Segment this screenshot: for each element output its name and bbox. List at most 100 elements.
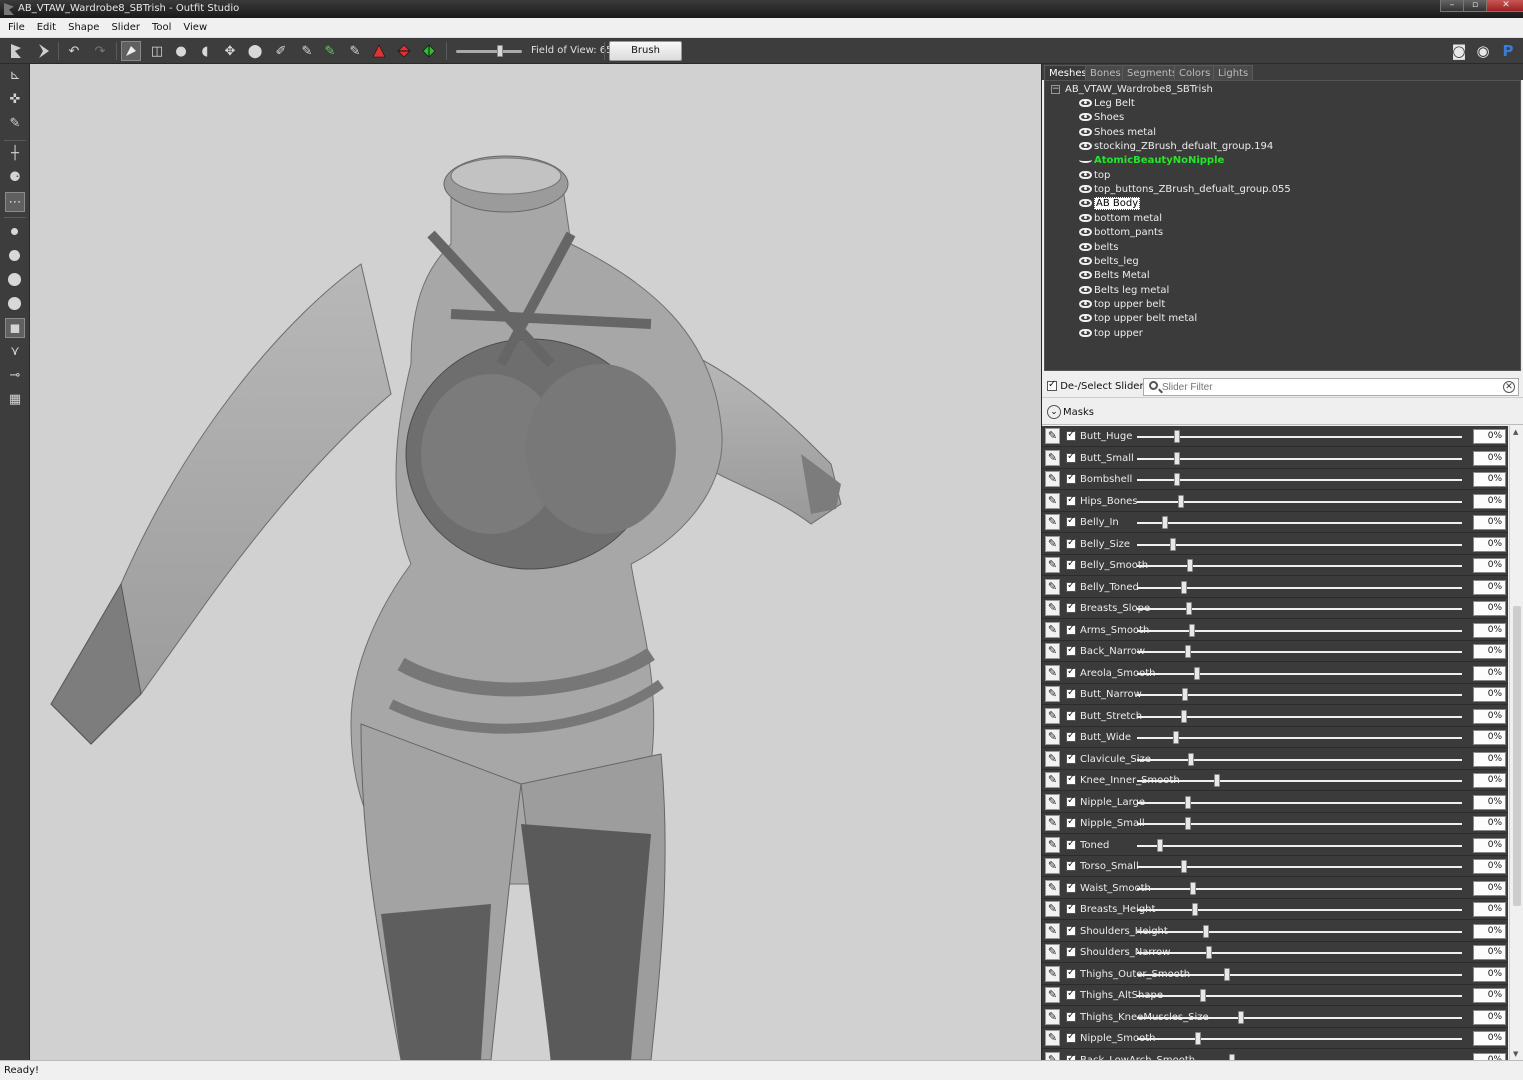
slider-track[interactable]: [1137, 989, 1462, 1002]
slider-value-field[interactable]: 0%: [1473, 493, 1506, 509]
mesh-item[interactable]: bottom_pants: [1079, 226, 1163, 240]
slider-value-field[interactable]: 0%: [1473, 816, 1506, 831]
tab-bones[interactable]: Bones: [1085, 65, 1126, 80]
menu-view[interactable]: View: [177, 18, 213, 38]
edit-slider-icon[interactable]: ✎: [1045, 557, 1060, 573]
slider-track[interactable]: [1137, 795, 1462, 809]
mesh-item[interactable]: belts: [1079, 241, 1118, 255]
slider-value-field[interactable]: 0%: [1473, 536, 1506, 552]
edit-slider-icon[interactable]: ✎: [1045, 535, 1060, 552]
slider-thumb[interactable]: [1203, 924, 1209, 938]
menu-edit[interactable]: Edit: [31, 18, 62, 38]
discord-icon[interactable]: ◙: [1450, 42, 1468, 60]
eye-icon[interactable]: [1079, 99, 1092, 107]
slider-track[interactable]: [1137, 860, 1462, 873]
eye-icon[interactable]: [1079, 213, 1092, 222]
eye-icon[interactable]: [1079, 199, 1092, 208]
clear-filter-icon[interactable]: ✕: [1503, 381, 1515, 393]
mirror-icon[interactable]: [394, 41, 414, 61]
slider-checkbox[interactable]: [1066, 644, 1076, 656]
edit-slider-icon[interactable]: ✎: [1045, 879, 1060, 896]
slider-track[interactable]: [1137, 666, 1462, 680]
slider-checkbox[interactable]: [1066, 558, 1076, 570]
slider-checkbox[interactable]: [1066, 967, 1076, 979]
slider-value-field[interactable]: 0%: [1473, 601, 1506, 616]
slider-thumb[interactable]: [1157, 838, 1163, 852]
slider-track[interactable]: [1137, 924, 1462, 938]
slider-value-field[interactable]: 0%: [1473, 472, 1506, 487]
slider-checkbox[interactable]: [1066, 537, 1076, 549]
edit-slider-icon[interactable]: ✎: [1045, 514, 1060, 530]
mesh-item[interactable]: Belts Metal: [1079, 269, 1150, 283]
slider-track[interactable]: [1137, 602, 1462, 615]
brush-size-medium-icon[interactable]: [5, 246, 25, 266]
tree-root[interactable]: − AB_VTAW_Wardrobe8_SBTrish: [1051, 83, 1213, 97]
slider-track[interactable]: [1137, 709, 1462, 723]
slider-checkbox[interactable]: [1066, 988, 1076, 1000]
transform-icon[interactable]: ⊾: [5, 66, 25, 86]
slider-checkbox[interactable]: [1066, 601, 1076, 613]
edit-slider-icon[interactable]: ✎: [1045, 1030, 1060, 1046]
slider-checkbox[interactable]: [1066, 429, 1076, 441]
edit-slider-icon[interactable]: ✎: [1045, 944, 1060, 960]
slider-checkbox[interactable]: [1066, 838, 1076, 850]
mesh-item[interactable]: Shoes metal: [1079, 126, 1156, 140]
vertex-select-icon[interactable]: ✎: [5, 114, 25, 134]
slider-thumb[interactable]: [1192, 903, 1198, 916]
brush-strength-icon[interactable]: [5, 294, 25, 314]
tab-colors[interactable]: Colors: [1174, 65, 1216, 80]
slider-track[interactable]: [1137, 774, 1462, 787]
slider-value-field[interactable]: 0%: [1473, 730, 1506, 745]
fov-slider[interactable]: [456, 45, 522, 57]
wireframe-icon[interactable]: ┼: [5, 144, 25, 164]
paypal-icon[interactable]: P: [1499, 42, 1517, 60]
slider-track[interactable]: [1137, 731, 1462, 744]
slider-value-field[interactable]: 0%: [1473, 837, 1506, 853]
slider-thumb[interactable]: [1174, 451, 1180, 465]
alpha-brush-icon[interactable]: ✎: [345, 41, 365, 61]
texture-icon[interactable]: ⋯: [5, 192, 25, 212]
lighting-icon[interactable]: ⚈: [5, 168, 25, 188]
edit-slider-icon[interactable]: ✎: [1045, 600, 1060, 616]
slider-track[interactable]: [1137, 881, 1462, 895]
slider-value-field[interactable]: 0%: [1473, 1009, 1506, 1025]
move-brush-icon[interactable]: ✥: [220, 41, 240, 61]
slider-thumb[interactable]: [1181, 860, 1187, 873]
slider-list[interactable]: ✎ Butt_Huge 0% ✎ Butt_Small 0% ✎ Bombshell 0% ✎ Hi…: [1042, 426, 1508, 1060]
slider-track[interactable]: [1137, 494, 1462, 508]
slider-checkbox[interactable]: [1066, 666, 1076, 678]
slider-checkbox[interactable]: [1066, 709, 1076, 721]
color-brush-icon[interactable]: ✎: [320, 41, 340, 61]
eye-icon[interactable]: [1079, 314, 1092, 323]
slider-checkbox[interactable]: [1066, 795, 1076, 807]
slider-thumb[interactable]: [1195, 1032, 1201, 1045]
slider-filter-input[interactable]: [1162, 380, 1492, 394]
mesh-item[interactable]: stocking_ZBrush_defualt_group.194: [1079, 140, 1273, 154]
slider-track[interactable]: [1137, 688, 1462, 701]
edit-slider-icon[interactable]: ✎: [1045, 707, 1060, 724]
edit-slider-icon[interactable]: ✎: [1045, 922, 1060, 939]
slider-value-field[interactable]: 0%: [1473, 923, 1506, 939]
edit-slider-icon[interactable]: ✎: [1045, 1008, 1060, 1025]
eye-icon[interactable]: [1079, 127, 1092, 136]
slider-track[interactable]: [1137, 623, 1462, 637]
mesh-item[interactable]: AtomicBeautyNoNipple: [1079, 154, 1224, 168]
pivot-icon[interactable]: ✜: [5, 90, 25, 110]
slider-value-field[interactable]: 0%: [1473, 1031, 1506, 1046]
menu-slider[interactable]: Slider: [105, 18, 146, 38]
menu-shape[interactable]: Shape: [62, 18, 105, 38]
cube-icon[interactable]: ◼: [5, 318, 25, 338]
edge-tool-icon[interactable]: ⋎: [5, 342, 25, 362]
slider-checkbox[interactable]: [1066, 1031, 1076, 1043]
slider-value-field[interactable]: 0%: [1473, 558, 1506, 573]
deflate-brush-icon[interactable]: ◖: [195, 41, 215, 61]
slider-thumb[interactable]: [1181, 580, 1187, 594]
slider-value-field[interactable]: 0%: [1473, 794, 1506, 810]
slider-thumb[interactable]: [1173, 731, 1179, 744]
slider-value-field[interactable]: 0%: [1473, 687, 1506, 702]
edit-slider-icon[interactable]: ✎: [1045, 729, 1060, 745]
mesh-item[interactable]: Shoes: [1079, 111, 1124, 125]
slider-thumb[interactable]: [1174, 473, 1180, 486]
brush-size-large-icon[interactable]: [5, 270, 25, 290]
github-icon[interactable]: ◉: [1474, 42, 1492, 60]
